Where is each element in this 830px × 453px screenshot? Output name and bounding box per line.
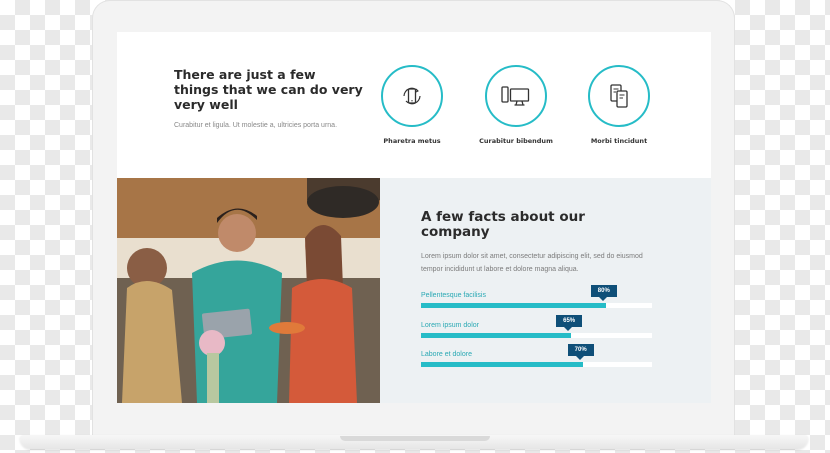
- facts-section: A few facts about our company Lorem ipsu…: [380, 178, 711, 403]
- feature-pharetra-metus[interactable]: Pharetra metus: [367, 65, 457, 145]
- tablets-icon: [610, 84, 628, 108]
- progress-label: Labore et dolore: [421, 351, 472, 358]
- website-screen: There are just a few things that we can …: [117, 32, 711, 403]
- services-section: There are just a few things that we can …: [117, 32, 711, 178]
- progress-track: [421, 333, 652, 338]
- facts-title: A few facts about our company: [421, 209, 585, 240]
- progress-fill: [421, 362, 583, 367]
- progress-track: [421, 362, 652, 367]
- facts-body: Lorem ipsum dolor sit amet, consectetur …: [421, 253, 643, 273]
- feature-label: Curabitur bibendum: [479, 137, 553, 145]
- team-photo: [117, 178, 380, 403]
- progress-fill: [421, 333, 572, 338]
- progress-badge: 65%: [556, 315, 583, 331]
- mobile-sync-icon: [403, 87, 421, 105]
- progress-label: Pellentesque facilisis: [421, 292, 486, 299]
- progress-label: Lorem ipsum dolor: [421, 322, 479, 329]
- progress-bar-pellentesque: Pellentesque facilisis 80%: [421, 285, 652, 314]
- feature-label: Pharetra metus: [383, 137, 441, 145]
- progress-fill: [421, 303, 606, 308]
- feature-morbi-tincidunt[interactable]: Morbi tincidunt: [574, 65, 664, 145]
- feature-label: Morbi tincidunt: [590, 137, 648, 145]
- services-lead-text: Curabitur et ligula. Ut molestie a, ultr…: [174, 122, 338, 129]
- feature-circle: [381, 65, 443, 127]
- laptop-notch: [340, 436, 490, 441]
- progress-bar-lorem-ipsum: Lorem ipsum dolor 65%: [421, 315, 652, 344]
- feature-circle: [485, 65, 547, 127]
- progress-track: [421, 303, 652, 308]
- feature-circle: [588, 65, 650, 127]
- services-headline: There are just a few things that we can …: [174, 67, 363, 112]
- progress-bar-labore: Labore et dolore 70%: [421, 344, 652, 373]
- progress-badge: 80%: [590, 285, 617, 301]
- progress-badge: 70%: [567, 344, 594, 360]
- devices-icon: [501, 86, 530, 106]
- feature-curabitur-bibendum[interactable]: Curabitur bibendum: [471, 65, 561, 145]
